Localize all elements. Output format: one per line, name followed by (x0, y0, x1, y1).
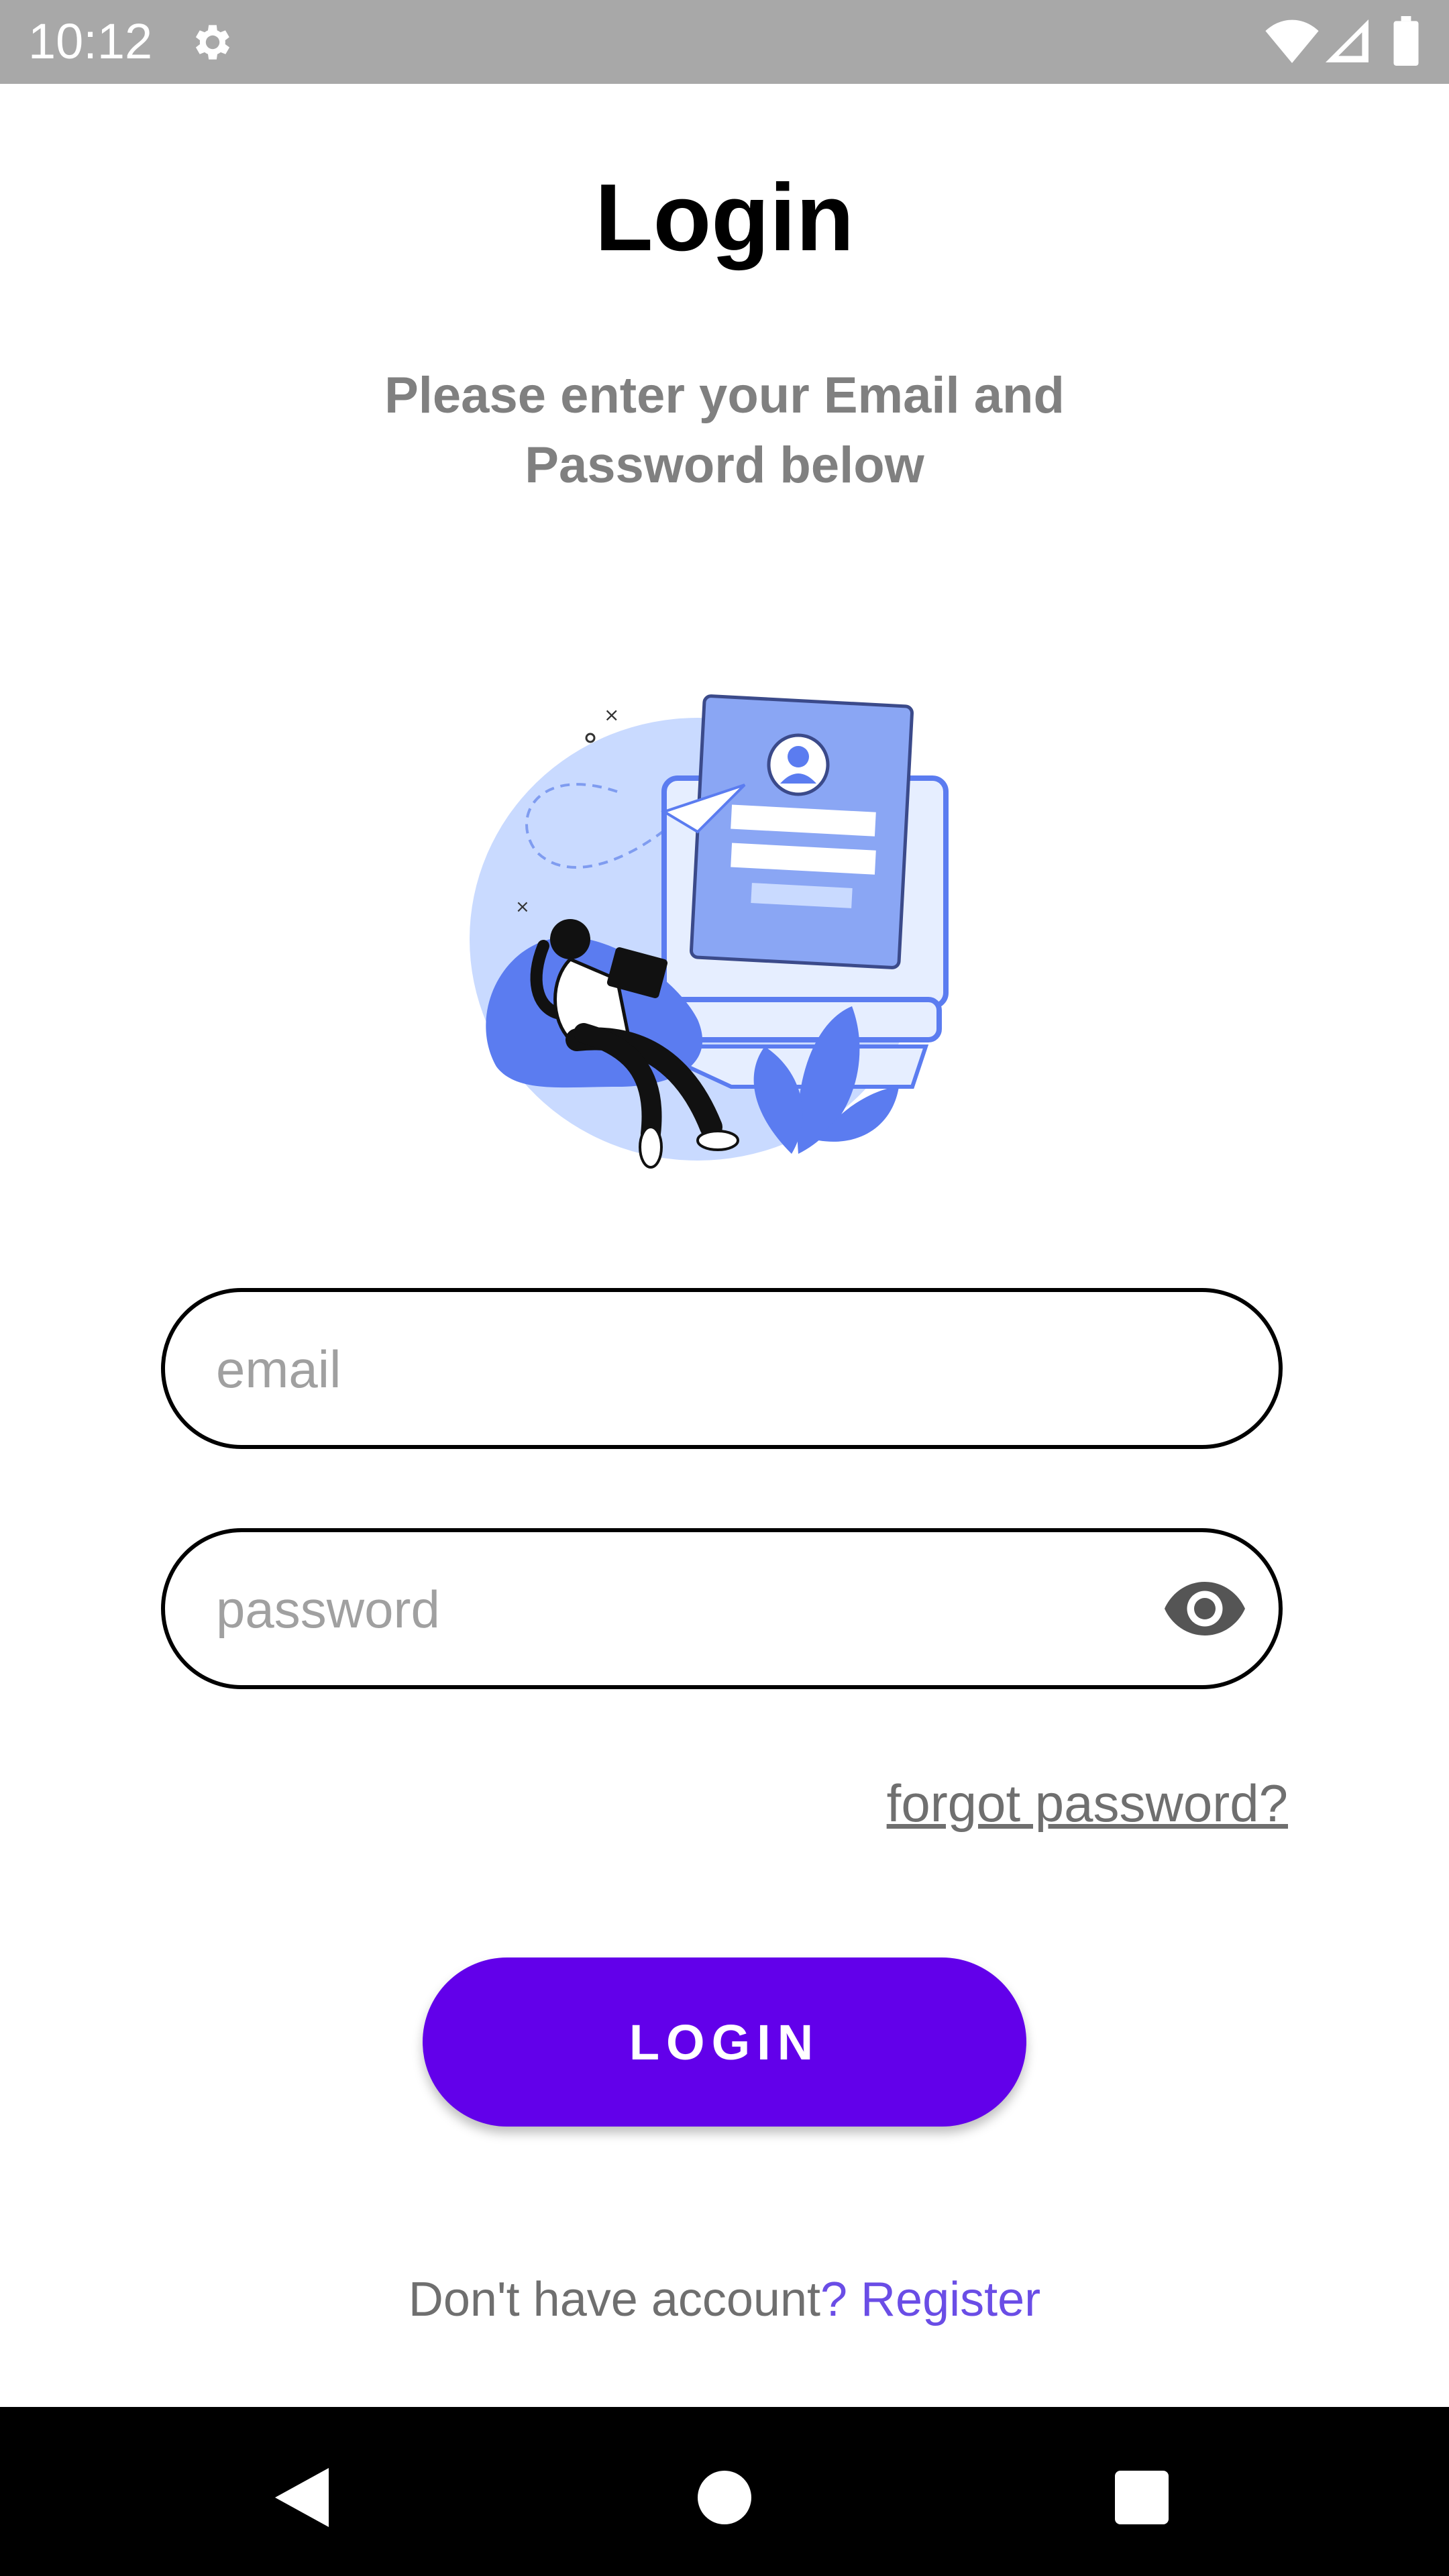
svg-text:×: × (604, 704, 619, 726)
email-input[interactable] (215, 1292, 1123, 1446)
navigation-bar (0, 2407, 1449, 2576)
page-title: Login (594, 164, 855, 271)
wifi-icon (1265, 19, 1319, 63)
status-time: 10:12 (28, 13, 153, 69)
recents-icon[interactable] (1115, 2471, 1169, 2524)
eye-icon[interactable] (1165, 1580, 1245, 1637)
password-input[interactable] (215, 1532, 1123, 1686)
back-icon[interactable] (275, 2467, 329, 2528)
svg-text:×: × (515, 897, 530, 917)
login-button[interactable]: LOGIN (423, 1957, 1026, 2127)
battery-icon (1393, 16, 1419, 66)
login-illustration: × × × (470, 694, 949, 1169)
signal-icon (1326, 19, 1368, 62)
forgot-password-link[interactable]: forgot password? (738, 1771, 1288, 1835)
register-prompt: Don't have account? Register (0, 2267, 1449, 2332)
status-bar: 10:12 (0, 0, 1449, 84)
home-icon[interactable] (698, 2471, 751, 2524)
register-link[interactable]: ? Register (820, 2273, 1040, 2326)
register-prompt-text: Don't have account (408, 2273, 820, 2326)
gear-icon (195, 25, 230, 60)
email-field[interactable] (161, 1288, 1283, 1449)
page-subtitle: Please enter your Email and Password bel… (384, 367, 1065, 494)
password-field[interactable] (161, 1528, 1283, 1689)
